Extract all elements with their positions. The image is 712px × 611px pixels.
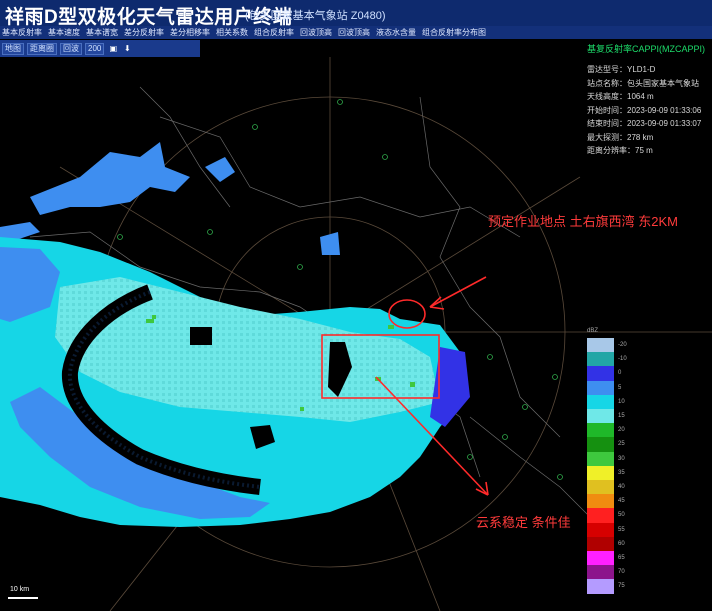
legend-title: dBZ [587, 328, 599, 334]
menu-item[interactable]: 基本速度 [48, 27, 80, 38]
legend-swatch [587, 366, 614, 381]
legend-label: 65 [618, 555, 625, 561]
legend-swatch [587, 579, 614, 594]
menu-item[interactable]: 差分反射率 [124, 27, 164, 38]
map-scale-bar: 10 km [8, 586, 38, 599]
info-end-time: 结束时间：2023-09-09 01:33:07 [587, 119, 702, 128]
legend-swatch [587, 380, 614, 395]
legend-label: 20 [618, 427, 625, 434]
download-icon[interactable]: ⬇ [121, 43, 133, 55]
menu-item[interactable]: 液态水含量 [376, 27, 416, 38]
scale-label: 10 km [10, 586, 30, 593]
product-title: 基复反射率CAPPI(MZCAPPI) [587, 44, 706, 54]
legend-label: 10 [618, 398, 625, 405]
legend-swatch [587, 494, 614, 509]
legend-label: 75 [618, 583, 625, 590]
menu-item[interactable]: 回波顶高 [338, 27, 370, 38]
legend-swatch [587, 565, 614, 580]
legend-swatch [587, 423, 614, 438]
info-max-range: 最大探测：278 km [587, 132, 654, 142]
legend-label: 50 [618, 512, 625, 519]
legend-swatch [587, 451, 614, 466]
legend-swatch [587, 480, 614, 495]
legend-label: -10 [618, 356, 627, 363]
info-antenna-height: 天线高度：1064 m [587, 92, 654, 101]
product-menu-bar: 基本反射率 基本速度 基本谱宽 差分反射率 差分相移率 相关系数 组合反射率 回… [0, 26, 712, 39]
menu-item[interactable]: 回波顶高 [300, 27, 332, 38]
range-select[interactable]: 200 [85, 42, 105, 55]
menu-item[interactable]: 相关系数 [216, 27, 248, 38]
info-start-time: 开始时间：2023-09-09 01:33:06 [587, 105, 702, 115]
legend-label: 60 [618, 540, 625, 547]
product-info-panel: 基复反射率CAPPI(MZCAPPI) 雷达型号：YLD1-D 站点名称：包头国… [587, 42, 707, 159]
legend-swatch [587, 551, 614, 566]
legend-swatch [587, 394, 614, 409]
scale-line [8, 597, 38, 599]
menu-item[interactable]: 组合反射率分布图 [422, 27, 486, 38]
legend-label: 25 [618, 441, 625, 448]
menu-item[interactable]: 基本反射率 [2, 27, 42, 38]
legend-label: 15 [618, 413, 625, 419]
layer-select[interactable]: 回波 [60, 42, 82, 55]
legend-label: 55 [618, 526, 625, 533]
legend-swatch [587, 338, 614, 353]
mode-select[interactable]: 地图 [2, 42, 24, 55]
legend-label: 5 [618, 384, 622, 391]
legend-swatch [587, 437, 614, 452]
legend-label: 0 [618, 370, 622, 377]
legend-label: 35 [618, 469, 625, 476]
menu-item[interactable]: 组合反射率 [254, 27, 294, 38]
title-bar: 祥雨D型双极化天气雷达用户终端 (包头国家基本气象站 Z0480) [0, 0, 712, 28]
range-ring-select[interactable]: 距离圈 [27, 42, 57, 55]
info-radar-model: 雷达型号：YLD1-D [587, 65, 656, 74]
legend-swatch [587, 352, 614, 367]
map-toolbar: 地图 距离圈 回波 200 ▣ ⬇ [0, 40, 200, 57]
legend-label: 40 [618, 484, 625, 490]
legend-swatch [587, 409, 614, 424]
cloud-condition-annotation: 云系稳定 条件佳 [476, 515, 571, 530]
echo-north [0, 142, 340, 255]
legend-label: 70 [618, 569, 625, 576]
menu-item[interactable]: 基本谱宽 [86, 27, 118, 38]
target-site-annotation: 预定作业地点 土右旗西湾 东2KM [488, 214, 678, 229]
legend-label: 30 [618, 455, 625, 462]
menu-item[interactable]: 差分相移率 [170, 27, 210, 38]
info-range-resolution: 距离分辨率：75 m [587, 146, 653, 155]
app-subtitle: (包头国家基本气象站 Z0480) [245, 10, 386, 22]
info-station-name: 站点名称：包头国家基本气象站 [587, 78, 699, 88]
legend-swatch [587, 508, 614, 523]
legend-swatch [587, 465, 614, 480]
legend-label: -20 [618, 342, 627, 348]
legend-swatch [587, 522, 614, 537]
site-arrow [429, 276, 487, 308]
save-icon[interactable]: ▣ [107, 43, 119, 55]
legend-label: 45 [618, 498, 625, 505]
legend-swatch [587, 536, 614, 551]
